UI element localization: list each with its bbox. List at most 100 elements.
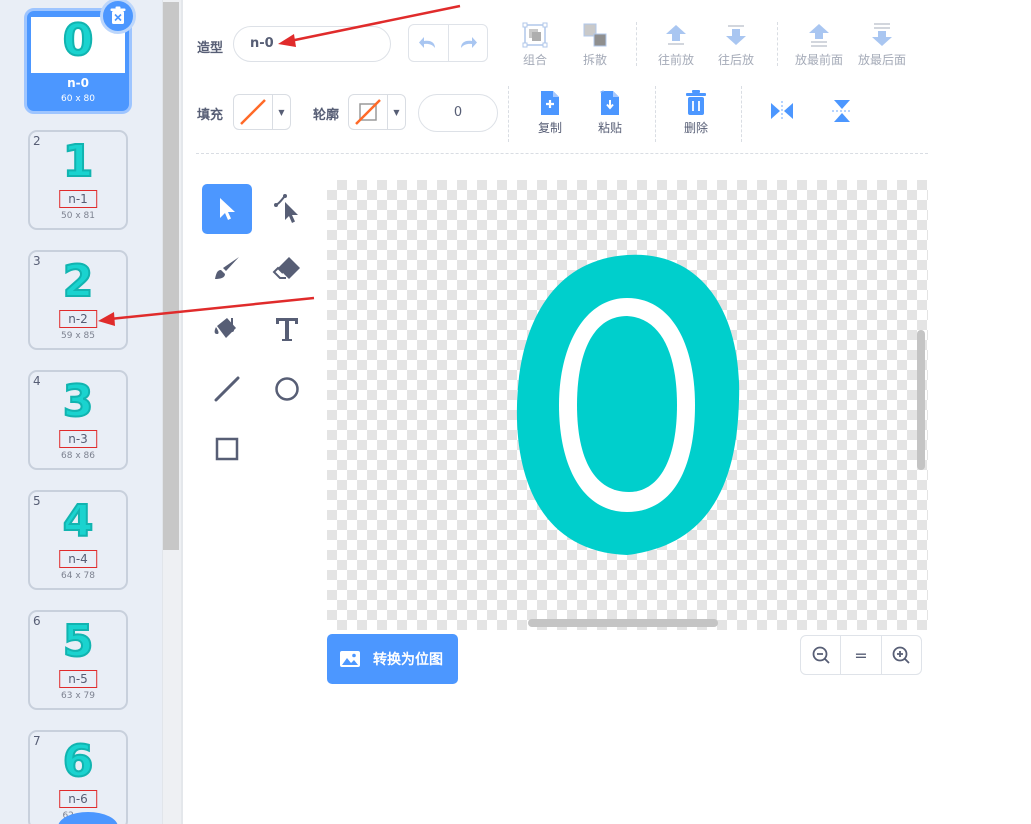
forward-icon — [666, 25, 686, 45]
image-icon — [340, 651, 360, 667]
costume-thumbnail-glyph: 4 — [62, 496, 95, 547]
costume-size: 59 x 85 — [61, 331, 95, 341]
delete-icon — [110, 6, 126, 24]
brush-tool[interactable] — [202, 244, 252, 294]
costume-thumbnail-glyph: 5 — [62, 616, 95, 667]
costume-size: 68 x 86 — [61, 451, 95, 461]
circle-icon — [275, 377, 299, 401]
canvas-vertical-scrollbar[interactable] — [917, 330, 925, 470]
circle-tool[interactable] — [262, 364, 312, 414]
eraser-tool[interactable] — [262, 244, 312, 294]
panel-divider — [181, 0, 183, 824]
flip-vertical-button[interactable] — [812, 96, 872, 126]
toolbar-divider — [508, 86, 509, 142]
undo-redo-group — [408, 24, 488, 62]
costume-item-3[interactable]: 3 2 n-2 59 x 85 — [28, 250, 128, 350]
costume-item-4[interactable]: 4 3 n-3 68 x 86 — [28, 370, 128, 470]
ungroup-icon — [583, 23, 607, 47]
convert-to-bitmap-button[interactable]: 转换为位图 — [327, 634, 458, 684]
costume-list-scroll-thumb[interactable] — [163, 2, 179, 550]
copy-icon — [541, 91, 559, 115]
line-tool[interactable] — [202, 364, 252, 414]
costume-name-label: 造型 — [197, 41, 224, 56]
toolbar-divider — [777, 22, 778, 66]
reshape-tool[interactable] — [262, 184, 312, 234]
costume-name: n-0 — [67, 76, 89, 90]
zoom-controls: = — [800, 635, 922, 675]
backward-icon — [726, 25, 746, 45]
delete-label: 删除 — [683, 121, 708, 135]
bring-to-front-button[interactable]: 放最前面 — [788, 20, 850, 68]
undo-button[interactable] — [409, 25, 448, 61]
no-outline-swatch-icon — [355, 99, 381, 125]
costume-name: n-2 — [59, 310, 97, 328]
chevron-down-icon: ▼ — [278, 107, 285, 117]
fill-color-picker[interactable]: ▼ — [233, 94, 291, 130]
paste-icon — [600, 90, 619, 115]
backward-label: 往后放 — [717, 53, 754, 67]
forward-label: 往前放 — [657, 53, 694, 67]
select-icon — [220, 198, 235, 220]
copy-button[interactable]: 复制 — [520, 88, 580, 136]
no-fill-swatch-icon — [240, 99, 266, 125]
paste-label: 粘贴 — [597, 121, 622, 135]
costume-name: n-5 — [59, 670, 97, 688]
costume-size: 64 x 78 — [61, 571, 95, 581]
redo-button[interactable] — [447, 25, 488, 61]
outline-label: 轮廓 — [313, 108, 340, 123]
group-button[interactable]: 组合 — [505, 20, 565, 68]
zoom-reset-button[interactable]: = — [840, 636, 880, 674]
toolbar-divider — [655, 86, 656, 142]
zoom-in-button[interactable] — [880, 636, 921, 674]
ungroup-label: 拆散 — [582, 53, 607, 67]
paint-canvas[interactable]: 0 — [327, 180, 928, 630]
trash-icon — [686, 90, 706, 115]
costume-name: n-4 — [59, 550, 97, 568]
costume-item-6[interactable]: 6 5 n-5 63 x 79 — [28, 610, 128, 710]
delete-costume-button[interactable] — [100, 0, 136, 34]
convert-to-bitmap-label: 转换为位图 — [373, 652, 443, 668]
toolbar-divider — [636, 22, 637, 66]
outline-width-input[interactable]: 0 — [418, 94, 498, 132]
rectangle-tool[interactable] — [202, 424, 252, 474]
toolbar-separator — [196, 153, 928, 154]
flip-horizontal-icon — [771, 101, 793, 121]
costume-item-2[interactable]: 2 1 n-1 50 x 81 — [28, 130, 128, 230]
costume-thumbnail-glyph: 6 — [62, 736, 95, 787]
ungroup-button[interactable]: 拆散 — [565, 20, 625, 68]
zoom-out-button[interactable] — [801, 636, 840, 674]
select-tool[interactable] — [202, 184, 252, 234]
costume-thumbnail-glyph: 2 — [62, 256, 95, 307]
costume-thumbnail-glyph: 3 — [62, 376, 95, 427]
flip-horizontal-button[interactable] — [752, 96, 812, 126]
outline-color-picker[interactable]: ▼ — [348, 94, 406, 130]
canvas-horizontal-scrollbar[interactable] — [528, 619, 718, 627]
costume-name: n-3 — [59, 430, 97, 448]
costume-list: 1 0 n-0 60 x 80 2 1 n-1 50 x 81 3 2 n-2 … — [0, 0, 162, 824]
copy-label: 复制 — [537, 121, 562, 135]
fill-tool[interactable] — [202, 304, 252, 354]
costume-drawing[interactable]: 0 — [327, 180, 928, 630]
costume-thumbnail-glyph: 1 — [62, 136, 95, 187]
text-tool[interactable] — [262, 304, 312, 354]
front-label: 放最前面 — [794, 53, 843, 67]
forward-button[interactable]: 往前放 — [646, 20, 706, 68]
costume-item-7[interactable]: 7 6 n-6 62 x ... — [28, 730, 128, 824]
fill-icon — [214, 318, 236, 338]
group-label: 组合 — [522, 53, 547, 67]
front-icon — [809, 24, 829, 47]
flip-vertical-icon — [832, 100, 852, 122]
text-icon — [276, 318, 298, 341]
costume-size: 63 x 79 — [61, 691, 95, 701]
send-to-back-button[interactable]: 放最后面 — [851, 20, 913, 68]
costume-size: 50 x 81 — [61, 211, 95, 221]
back-label: 放最后面 — [857, 53, 906, 67]
paste-button[interactable]: 粘贴 — [580, 88, 640, 136]
costume-name-input[interactable]: n-0 — [233, 26, 391, 62]
group-icon — [522, 22, 548, 48]
delete-shape-button[interactable]: 删除 — [666, 88, 726, 136]
backward-button[interactable]: 往后放 — [706, 20, 766, 68]
costume-item-5[interactable]: 5 4 n-4 64 x 78 — [28, 490, 128, 590]
costume-size: 60 x 80 — [61, 94, 95, 104]
rectangle-icon — [215, 437, 239, 461]
